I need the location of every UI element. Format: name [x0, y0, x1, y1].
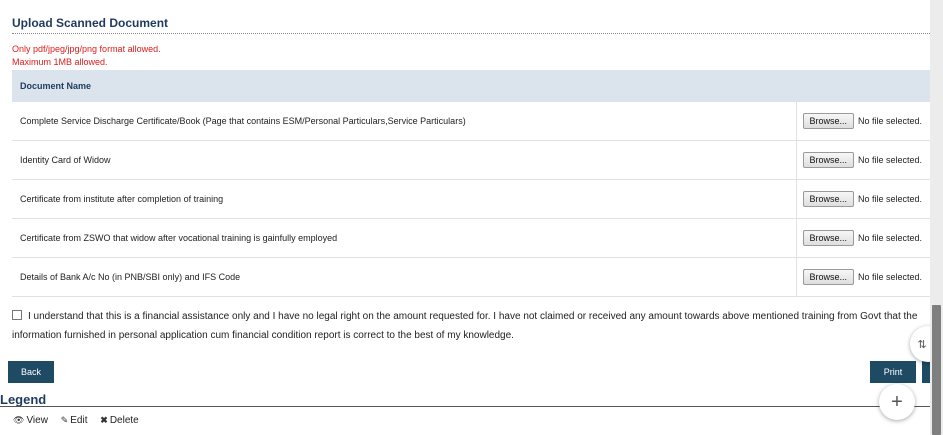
consent-text: I understand that this is a financial as…	[12, 311, 918, 341]
legend-edit-label: Edit	[70, 415, 88, 426]
collapse-icon: ⇅	[917, 338, 927, 351]
browse-button[interactable]: Browse...	[802, 113, 855, 129]
table-row: Details of Bank A/c No (in PNB/SBI only)…	[12, 257, 934, 297]
file-status: No file selected.	[858, 116, 923, 126]
consent-block: I understand that this is a financial as…	[12, 307, 937, 345]
scrollbar-thumb[interactable]	[932, 305, 941, 435]
file-status: No file selected.	[858, 272, 923, 282]
file-status: No file selected.	[858, 194, 923, 204]
next-button[interactable]	[922, 361, 930, 383]
legend-divider	[0, 406, 930, 407]
file-input-cell: Browse... No file selected.	[795, 257, 934, 297]
format-note: Only pdf/jpeg/jpg/png format allowed.	[12, 44, 161, 54]
table-row: Complete Service Discharge Certificate/B…	[12, 102, 934, 141]
edit-icon: ✎	[60, 415, 69, 425]
document-table: Document Name Complete Service Discharge…	[12, 70, 934, 297]
file-status: No file selected.	[858, 233, 923, 243]
legend-delete: ✖ Delete	[100, 415, 138, 426]
document-name-header: Document Name	[12, 70, 796, 102]
delete-icon: ✖	[100, 415, 108, 425]
plus-icon: +	[891, 391, 903, 413]
document-name-cell: Details of Bank A/c No (in PNB/SBI only)…	[12, 257, 796, 297]
upload-header	[796, 70, 934, 102]
legend-title: Legend	[0, 392, 47, 407]
file-status: No file selected.	[858, 155, 923, 165]
file-input-cell: Browse... No file selected.	[795, 179, 934, 219]
back-button[interactable]: Back	[8, 361, 54, 383]
vertical-scrollbar[interactable]	[930, 0, 943, 435]
section-title: Upload Scanned Document	[12, 16, 169, 30]
fab-add-button[interactable]: +	[879, 384, 915, 420]
legend-view: 👁 View	[13, 415, 48, 426]
table-row: Certificate from institute after complet…	[12, 179, 934, 219]
browse-button[interactable]: Browse...	[802, 152, 855, 168]
print-button[interactable]: Print	[870, 361, 916, 383]
document-name-cell: Complete Service Discharge Certificate/B…	[12, 102, 796, 141]
section-divider	[12, 33, 934, 34]
browse-button[interactable]: Browse...	[802, 230, 855, 246]
legend-items: 👁 View ✎ Edit ✖ Delete	[13, 415, 149, 426]
browse-button[interactable]: Browse...	[802, 191, 855, 207]
document-name-cell: Certificate from ZSWO that widow after v…	[12, 218, 796, 258]
document-name-cell: Identity Card of Widow	[12, 140, 796, 180]
legend-delete-label: Delete	[109, 415, 139, 426]
table-row: Certificate from ZSWO that widow after v…	[12, 218, 934, 258]
file-input-cell: Browse... No file selected.	[795, 102, 934, 141]
legend-edit: ✎ Edit	[61, 415, 88, 426]
browse-button[interactable]: Browse...	[802, 269, 855, 285]
file-input-cell: Browse... No file selected.	[795, 218, 934, 258]
table-header-row: Document Name	[12, 70, 934, 102]
eye-icon: 👁	[13, 415, 25, 425]
consent-checkbox[interactable]	[12, 310, 22, 320]
file-input-cell: Browse... No file selected.	[795, 140, 934, 180]
document-name-cell: Certificate from institute after complet…	[12, 179, 796, 219]
table-row: Identity Card of Widow Browse... No file …	[12, 140, 934, 180]
size-note: Maximum 1MB allowed.	[12, 57, 108, 67]
legend-view-label: View	[26, 415, 48, 426]
